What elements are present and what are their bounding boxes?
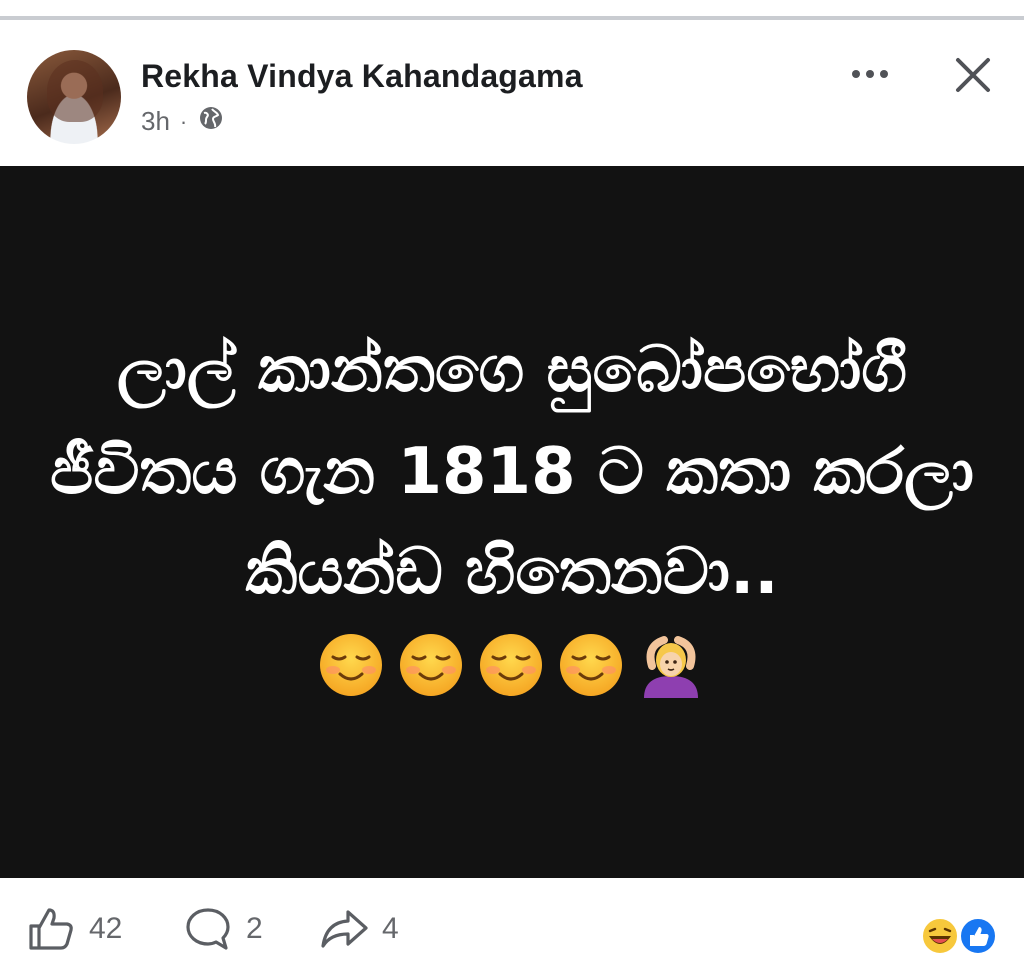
smiling-face-icon: [400, 634, 462, 696]
post-text-line-1: ලාල් කාන්තගෙ සුබෝපභෝගී: [116, 333, 908, 407]
comment-icon: [186, 908, 230, 950]
more-icon: [852, 70, 888, 78]
author-name[interactable]: Rekha Vindya Kahandagama: [141, 58, 583, 95]
close-button[interactable]: [950, 52, 996, 98]
like-badge-icon: [959, 917, 997, 955]
reactions-summary[interactable]: [920, 916, 1000, 956]
meta-separator: ·: [179, 108, 188, 134]
smiling-face-icon: [560, 634, 622, 696]
post-image[interactable]: ලාල් කාන්තගෙ සුබෝපභෝගී ජීවිතය ගැන 1818 ට…: [0, 166, 1024, 878]
emoji-row: [318, 632, 704, 698]
smiling-face-icon: [480, 634, 542, 696]
comment-button[interactable]: 2: [184, 906, 263, 952]
share-button[interactable]: 4: [320, 906, 399, 952]
post-time[interactable]: 3h: [141, 106, 170, 137]
laughing-face-icon: [921, 917, 959, 955]
share-count: 4: [382, 912, 399, 945]
thumbs-up-icon: [29, 908, 73, 950]
like-button[interactable]: 42: [27, 906, 122, 952]
post-meta: 3h ·: [141, 104, 225, 139]
top-divider: [0, 16, 1024, 20]
smiling-face-icon: [320, 634, 382, 696]
post-footer: 42 2 4: [0, 878, 1024, 967]
close-icon: [956, 58, 990, 92]
like-count: 42: [89, 912, 123, 945]
share-icon: [321, 910, 368, 948]
comment-count: 2: [246, 912, 263, 945]
globe-icon: [197, 104, 225, 139]
post-text-line-2: ජීවිතය ගැන 1818 ට කතා කරලා: [50, 435, 974, 509]
more-options-button[interactable]: [848, 56, 892, 92]
woman-gesturing-ok-icon: [644, 636, 698, 698]
author-avatar[interactable]: [27, 50, 121, 144]
post-text-line-3: කියන්ඩ හිතෙනවා..: [245, 535, 779, 609]
